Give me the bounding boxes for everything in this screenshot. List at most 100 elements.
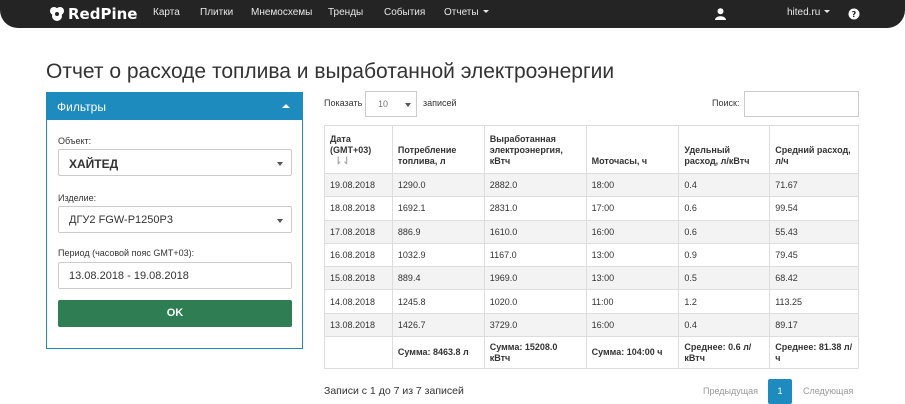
table-cell: 3729.0 [483,312,587,338]
nav-map[interactable]: Карта [153,7,180,18]
table-cell: 0.4 [678,312,771,338]
show-label: Показать [324,98,363,108]
table-header-row: Дата (GMT+03)⇂⇃ Потребление топлива, л Выр… [324,125,859,174]
table-cell: 1969.0 [483,266,587,291]
table-cell: 113.25 [769,289,859,314]
filters-header[interactable]: Фильтры [47,93,302,120]
table-cell: 2831.0 [483,196,587,221]
nav-reports[interactable]: Отчеты [444,7,489,18]
table-cell: 11:00 [585,289,680,314]
user-icon[interactable] [715,7,726,25]
user-domain: hited.ru [787,7,821,18]
chevron-down-icon [482,10,489,13]
chevron-down-icon [405,103,411,107]
object-select[interactable]: ХАЙТЕД [58,149,292,176]
table-cell: 18.08.2018 [324,196,393,221]
next-page-button[interactable]: Следующая [803,386,853,396]
summary-cell: Среднее: 0.6 л/кВтч [678,336,771,370]
table-summary-row: Сумма: 8463.8 л Сумма: 15208.0 кВтч Сумма… [324,336,859,370]
brand-name: RedPine [68,5,138,23]
table-row: 14.08.2018 1245.8 1020.0 11:00 1.2 113.25 [324,289,859,314]
sort-icon[interactable]: ⇂⇃ [334,156,351,167]
search-label: Поиск: [712,98,740,108]
table-cell: 1032.9 [391,242,485,268]
table-cell: 1.2 [678,289,771,314]
table-cell: 13:00 [585,266,680,291]
table-cell: 17.08.2018 [324,219,393,244]
table-row: 17.08.2018 886.9 1610.0 16:00 0.6 55.43 [324,219,859,244]
summary-cell: Сумма: 104:00 ч [585,336,680,370]
period-label: Период (часовой пояс GMT+03): [58,248,195,258]
filters-title: Фильтры [57,100,106,114]
product-value: ДГУ2 FGW-P1250P3 [69,214,173,226]
period-input[interactable]: 13.08.2018 - 19.08.2018 [58,262,292,289]
table-cell: 16:00 [585,312,680,338]
table-row: 15.08.2018 889.4 1969.0 13:00 0.5 68.42 [324,266,859,291]
table-cell: 1692.1 [391,196,485,221]
table-row: 19.08.2018 1290.0 2882.0 18:00 0.4 71.67 [324,172,859,198]
svg-text:?: ? [852,10,857,19]
search-input[interactable] [744,91,859,117]
table-cell: 1167.0 [483,242,587,268]
table-cell: 14.08.2018 [324,289,393,314]
table-cell: 889.4 [391,266,485,291]
summary-cell: Сумма: 8463.8 л [391,336,485,370]
nav-reports-label: Отчеты [444,7,479,18]
records-info: Записи с 1 до 7 из 7 записей [324,385,464,397]
table-cell: 0.4 [678,172,771,198]
nav-trends[interactable]: Тренды [328,7,363,18]
chevron-down-icon [277,162,283,166]
product-label: Изделие: [58,193,97,203]
col-fuel-header[interactable]: Потребление топлива, л [391,125,485,174]
page-size-value: 10 [378,99,389,109]
user-domain-menu[interactable]: hited.ru [787,7,831,18]
col-avg-header[interactable]: Средний расход, л/ч [769,125,859,174]
col-motohours-header[interactable]: Моточасы, ч [585,125,680,174]
table-cell: 1426.7 [391,312,485,338]
table-cell: 55.43 [769,219,859,244]
prev-page-button[interactable]: Предыдущая [703,386,758,396]
table-row: 13.08.2018 1426.7 3729.0 16:00 0.4 89.17 [324,312,859,338]
table-cell: 1020.0 [483,289,587,314]
table-cell: 1290.0 [391,172,485,198]
table-cell: 16.08.2018 [324,242,393,268]
chevron-down-icon [277,219,283,223]
table-cell: 886.9 [391,219,485,244]
table-cell: 13:00 [585,242,680,268]
table-cell: 68.42 [769,266,859,291]
filters-panel: Фильтры Объект: ХАЙТЕД Изделие: ДГУ2 FGW… [46,92,303,349]
object-value: ХАЙТЕД [69,157,119,171]
product-select[interactable]: ДГУ2 FGW-P1250P3 [58,206,292,233]
ok-button[interactable]: OK [58,300,292,327]
summary-cell: Сумма: 15208.0 кВтч [483,336,587,370]
top-navbar: RedPine Карта Плитки Мнемосхемы Тренды С… [0,0,905,28]
table-cell: 99.54 [769,196,859,221]
chevron-down-icon [824,10,831,13]
table-cell: 71.67 [769,172,859,198]
summary-cell [324,336,393,370]
nav-tiles[interactable]: Плитки [200,7,233,18]
collapse-caret-icon [282,104,290,108]
table-row: 16.08.2018 1032.9 1167.0 13:00 0.9 79.45 [324,242,859,268]
col-energy-header[interactable]: Выработанная электроэнергия, кВтч [483,125,587,174]
table-cell: 13.08.2018 [324,312,393,338]
report-table: Дата (GMT+03)⇂⇃ Потребление топлива, л Выр… [324,125,859,370]
page-title: Отчет о расходе топлива и выработанной э… [46,60,615,83]
table-cell: 0.6 [678,219,771,244]
col-specific-header[interactable]: Удельный расход, л/кВтч [678,125,771,174]
nav-events[interactable]: События [384,7,425,18]
col-date-header[interactable]: Дата (GMT+03)⇂⇃ [324,125,393,174]
table-cell: 89.17 [769,312,859,338]
summary-cell: Среднее: 81.38 л/ч [769,336,859,370]
page-size-select[interactable]: 10 [365,91,417,117]
period-value: 13.08.2018 - 19.08.2018 [69,270,189,282]
brand-logo[interactable]: RedPine [48,4,137,24]
table-cell: 1610.0 [483,219,587,244]
table-cell: 79.45 [769,242,859,268]
page-1-button[interactable]: 1 [768,379,792,404]
help-icon[interactable]: ? [848,7,860,25]
table-row: 18.08.2018 1692.1 2831.0 17:00 0.6 99.54 [324,196,859,221]
table-cell: 1245.8 [391,289,485,314]
nav-mnemonic[interactable]: Мнемосхемы [251,7,312,18]
object-label: Объект: [58,136,92,146]
